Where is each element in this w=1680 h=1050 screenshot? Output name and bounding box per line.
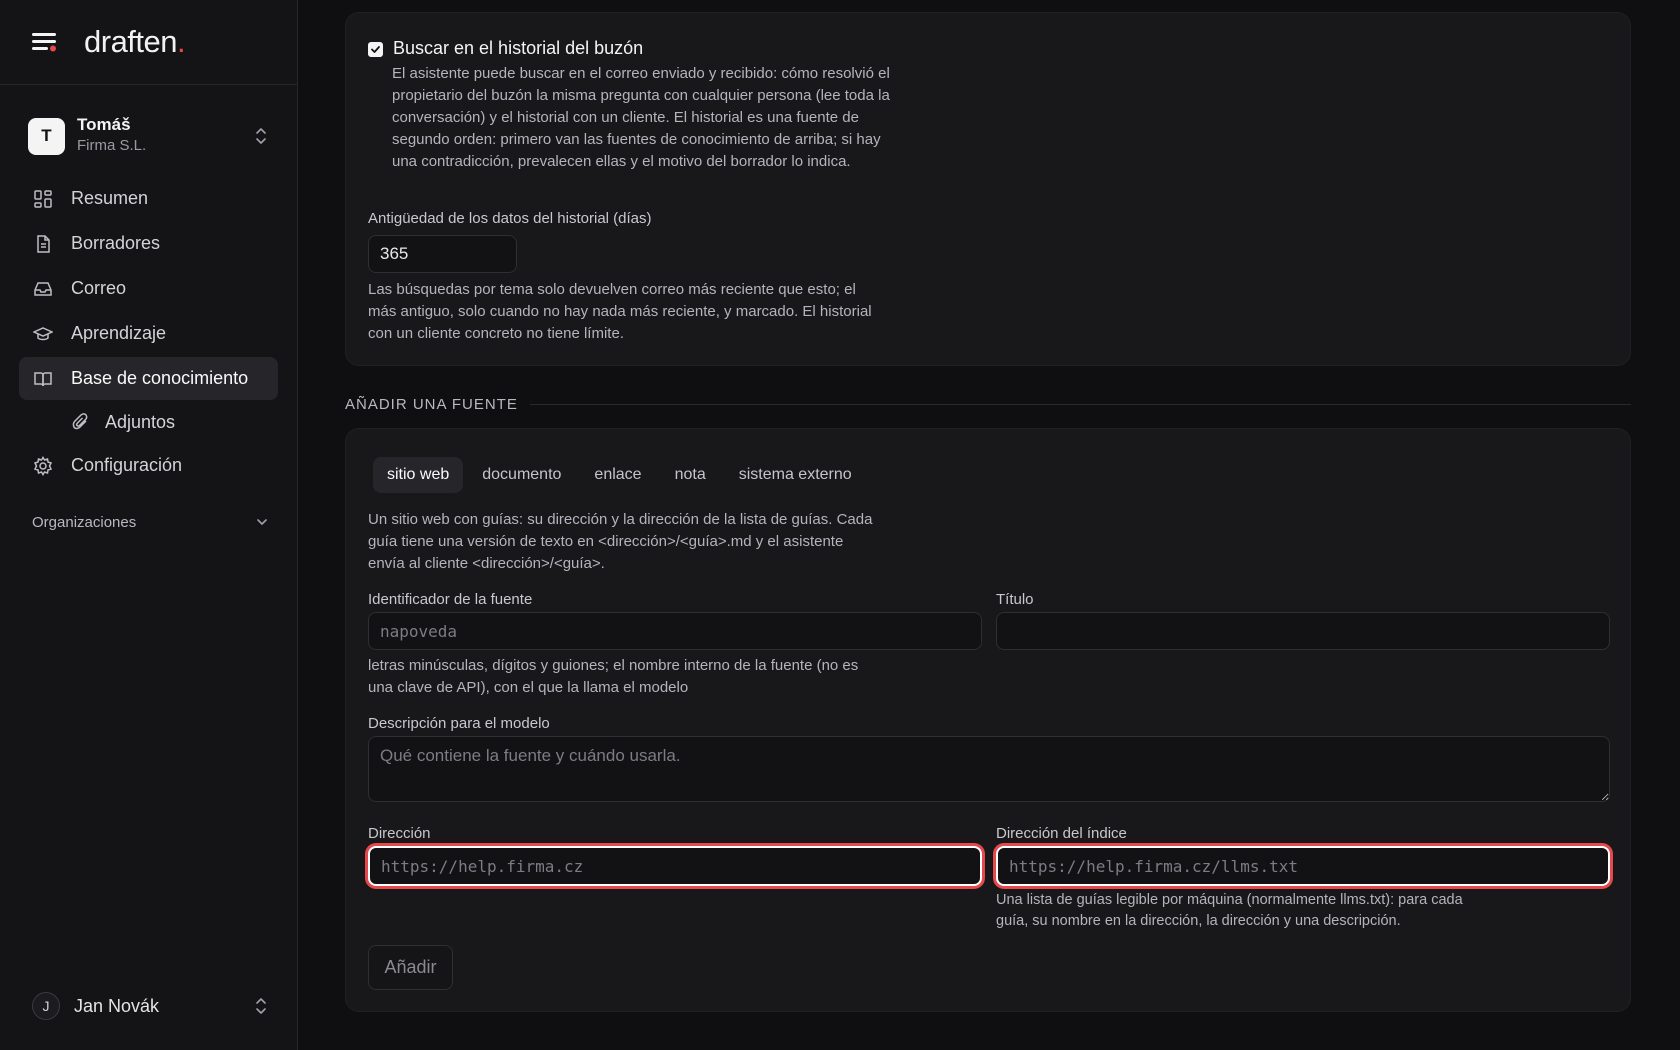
- sidebar-item-label: Resumen: [71, 188, 149, 208]
- add-source-card: sitio web documento enlace nota sistema …: [345, 428, 1631, 1012]
- source-title-label: Título: [996, 591, 1034, 608]
- sidebar-item-configuracion[interactable]: Configuración: [19, 444, 278, 487]
- source-description-textarea[interactable]: [368, 736, 1610, 802]
- source-title-input[interactable]: [996, 612, 1610, 650]
- org-avatar: T: [28, 117, 65, 155]
- history-age-input[interactable]: [368, 235, 517, 273]
- chevron-down-icon: [257, 519, 267, 525]
- org-name: Tomáš: [77, 115, 131, 134]
- sidebar-item-label: Adjuntos: [105, 411, 176, 432]
- chevron-up-down-icon: [256, 998, 266, 1014]
- sidebar-item-label: Borradores: [71, 233, 161, 253]
- avatar: J: [32, 992, 60, 1020]
- history-checkbox-label: Buscar en el historial del buzón: [393, 38, 644, 58]
- tab-documento[interactable]: documento: [468, 457, 575, 493]
- graduation-cap-icon: [33, 326, 53, 340]
- dashboard-icon: [34, 189, 52, 208]
- sidebar-item-adjuntos[interactable]: Adjuntos: [19, 402, 278, 442]
- section-title: AÑADIR UNA FUENTE: [345, 396, 518, 413]
- history-checkbox-row: Buscar en el historial del buzón: [368, 38, 643, 59]
- menu-icon[interactable]: [32, 31, 58, 53]
- org-text: Tomáš Firma S.L.: [77, 115, 253, 157]
- sidebar-item-label: Base de conocimiento: [71, 368, 249, 388]
- address-input[interactable]: [368, 846, 982, 886]
- chevron-up-down-icon: [256, 128, 266, 144]
- tab-sistema-externo[interactable]: sistema externo: [725, 457, 866, 493]
- source-id-label: Identificador de la fuente: [368, 591, 533, 608]
- sidebar-item-base-de-conocimiento[interactable]: Base de conocimiento: [19, 357, 278, 400]
- address-label: Dirección: [368, 825, 431, 842]
- source-type-tabs: sitio web documento enlace nota sistema …: [373, 457, 871, 493]
- history-card: Buscar en el historial del buzón El asis…: [345, 12, 1631, 366]
- history-age-hint: Las búsquedas por tema solo devuelven co…: [368, 281, 872, 342]
- sidebar-item-borradores[interactable]: Borradores: [19, 222, 278, 265]
- sidebar-item-label: Configuración: [71, 455, 183, 475]
- check-icon: [371, 46, 380, 53]
- sidebar-item-correo[interactable]: Correo: [19, 267, 278, 310]
- organizations-label: Organizaciones: [32, 513, 137, 531]
- sidebar-item-label: Correo: [71, 278, 127, 298]
- add-source-button[interactable]: Añadir: [368, 945, 453, 990]
- source-id-hint: letras minúsculas, dígitos y guiones; el…: [368, 657, 859, 696]
- document-icon: [37, 234, 50, 253]
- sidebar: draften. T Tomáš Firma S.L. Resumen Borr…: [0, 0, 298, 1050]
- app-root: draften. T Tomáš Firma S.L. Resumen Borr…: [0, 0, 1680, 1050]
- history-description: El asistente puede buscar en el correo e…: [392, 65, 890, 170]
- index-address-label: Dirección del índice: [996, 825, 1127, 842]
- sidebar-item-aprendizaje[interactable]: Aprendizaje: [19, 312, 278, 355]
- source-id-input[interactable]: [368, 612, 982, 650]
- user-name: Jan Novák: [74, 995, 160, 1016]
- sidebar-item-resumen[interactable]: Resumen: [19, 177, 278, 220]
- tab-enlace[interactable]: enlace: [580, 457, 655, 493]
- history-checkbox[interactable]: [368, 42, 383, 57]
- add-source-heading: AÑADIR UNA FUENTE: [345, 396, 1631, 413]
- book-open-icon: [34, 371, 52, 386]
- source-description-label: Descripción para el modelo: [368, 715, 550, 732]
- paperclip-icon: [72, 413, 88, 430]
- index-address-hint: Una lista de guías legible por máquina (…: [996, 892, 1463, 929]
- section-divider: [529, 404, 1631, 405]
- main-content: Buscar en el historial del buzón El asis…: [298, 0, 1680, 1050]
- gear-icon: [33, 455, 53, 476]
- sidebar-item-label: Aprendizaje: [71, 323, 167, 343]
- user-menu[interactable]: J Jan Novák: [32, 990, 269, 1022]
- sidebar-nav: Resumen Borradores Correo Aprendizaje Ba…: [0, 177, 297, 487]
- tab-sitio-web[interactable]: sitio web: [373, 457, 464, 493]
- tab-nota[interactable]: nota: [661, 457, 720, 493]
- history-age-label: Antigüedad de los datos del historial (d…: [368, 210, 652, 227]
- organizations-section[interactable]: Organizaciones: [32, 507, 269, 537]
- source-intro: Un sitio web con guías: su dirección y l…: [368, 511, 873, 572]
- logo: draften.: [84, 24, 186, 59]
- brand-bar: draften.: [0, 0, 297, 85]
- org-switcher[interactable]: T Tomáš Firma S.L.: [28, 115, 269, 157]
- index-address-input[interactable]: [996, 846, 1610, 886]
- org-company: Firma S.L.: [77, 137, 147, 154]
- inbox-icon: [34, 281, 52, 296]
